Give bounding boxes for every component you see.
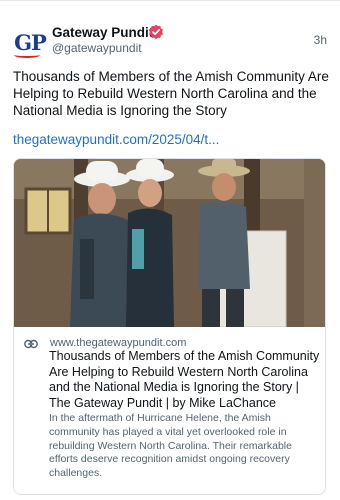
- avatar-logo-text: GP: [14, 29, 47, 55]
- avatar[interactable]: GP: [12, 24, 48, 60]
- post-timestamp[interactable]: 3h: [314, 33, 327, 47]
- card-title[interactable]: Thousands of Members of the Amish Commun…: [49, 349, 321, 411]
- post-link[interactable]: thegatewaypundit.com/2025/04/t...: [13, 131, 219, 148]
- link-chain-icon: [24, 339, 38, 349]
- link-preview-card[interactable]: www.thegatewaypundit.com Thousands of Me…: [13, 158, 326, 495]
- card-photo-illustration: [14, 159, 325, 327]
- card-domain: www.thegatewaypundit.com: [50, 337, 187, 349]
- verified-badge-icon: [149, 24, 163, 40]
- author-handle[interactable]: @gatewaypundit: [52, 41, 142, 56]
- top-divider: [0, 0, 340, 1]
- card-image[interactable]: [14, 159, 325, 327]
- avatar-swoosh: [14, 52, 40, 58]
- post-text: Thousands of Members of the Amish Commun…: [13, 69, 329, 118]
- card-description: In the aftermath of Hurricane Helene, th…: [49, 412, 292, 480]
- author-name[interactable]: Gateway Pundit: [52, 24, 153, 41]
